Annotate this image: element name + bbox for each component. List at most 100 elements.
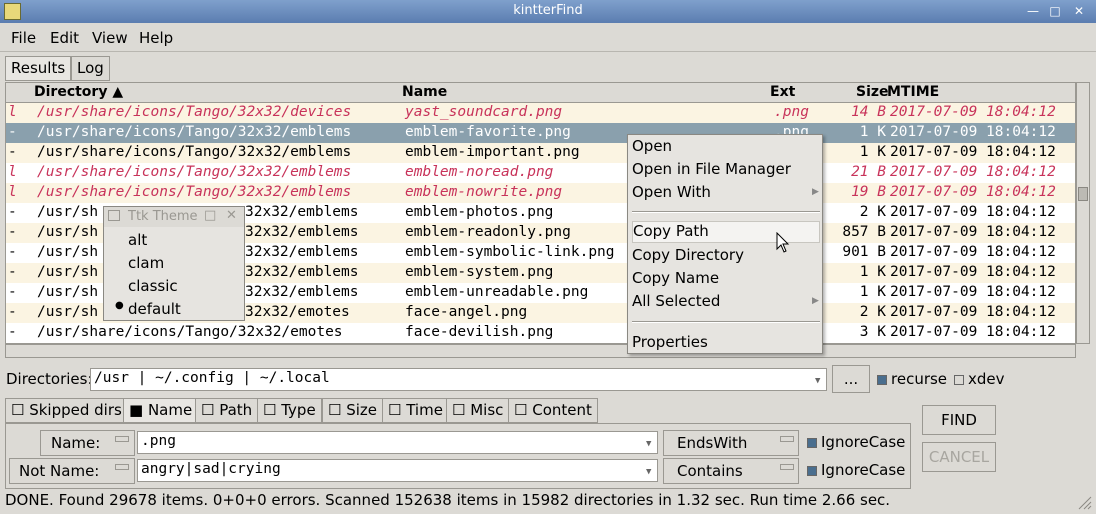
- cancel-button[interactable]: CANCEL: [922, 442, 996, 472]
- horizontal-scrollbar[interactable]: [5, 344, 1076, 358]
- table-row[interactable]: - /usr/share/icons/Tango/32x32/emblems emb…: [6, 123, 1075, 143]
- menu-file[interactable]: File: [11, 29, 36, 47]
- tab-path[interactable]: ☐ Path: [195, 398, 259, 423]
- table-row[interactable]: l/usr/share/icons/Tango/32x32/emblems emb…: [6, 183, 1075, 203]
- theme-maximize-icon[interactable]: □: [204, 208, 216, 223]
- ctx-separator: [632, 321, 820, 323]
- cell-size: 2 K: [859, 304, 886, 320]
- table-header: Directory ▲ Name Ext Size MTIME: [6, 83, 1075, 103]
- cell-name: emblem-important.png: [405, 144, 580, 160]
- tab-content[interactable]: ☐ Content: [508, 398, 598, 423]
- cell-flag: -: [8, 224, 17, 240]
- option-indicator-icon: [115, 436, 129, 442]
- checkbox-icon: [807, 465, 817, 476]
- cell-mtime: 2017-07-09 18:04:12: [890, 124, 1056, 140]
- tab-type[interactable]: ☐ Type: [257, 398, 322, 423]
- vertical-scrollbar[interactable]: [1076, 82, 1090, 344]
- tab-name[interactable]: ■ Name: [123, 398, 199, 423]
- xdev-checkbox[interactable]: xdev: [954, 370, 1005, 388]
- col-size[interactable]: Size: [856, 84, 889, 100]
- name-label-button[interactable]: Name:: [40, 430, 135, 456]
- scroll-thumb[interactable]: [1078, 187, 1088, 201]
- context-menu: Open Open in File Manager Open With ▶ Cop…: [627, 134, 823, 354]
- cell-directory-tail: 32x32/emotes: [245, 304, 350, 320]
- theme-close-icon[interactable]: ✕: [226, 208, 237, 223]
- ctx-copy-directory[interactable]: Copy Directory: [632, 246, 820, 268]
- ctx-open-file-manager[interactable]: Open in File Manager: [632, 160, 820, 182]
- ctx-properties[interactable]: Properties: [632, 333, 820, 355]
- tab-misc[interactable]: ☐ Misc: [446, 398, 510, 423]
- directories-input[interactable]: /usr | ~/.config | ~/.local ▼: [90, 368, 827, 391]
- tab-skipped-dirs[interactable]: ☐ Skipped dirs: [5, 398, 128, 423]
- tab-name-label: Name: [147, 401, 193, 419]
- dropdown-arrow-icon[interactable]: ▼: [646, 439, 651, 449]
- cell-flag: l: [8, 184, 17, 200]
- name-mode-value: EndsWith: [677, 434, 748, 452]
- menu-edit[interactable]: Edit: [50, 29, 79, 47]
- tab-results[interactable]: Results: [5, 56, 72, 81]
- name-pattern-input[interactable]: .png ▼: [137, 431, 658, 454]
- name-ignorecase-checkbox[interactable]: IgnoreCase: [807, 433, 905, 451]
- col-ext[interactable]: Ext: [770, 84, 795, 100]
- menu-help[interactable]: Help: [139, 29, 173, 47]
- tab-time[interactable]: ☐ Time: [382, 398, 449, 423]
- ctx-open-with[interactable]: Open With ▶: [632, 183, 820, 205]
- submenu-arrow-icon: ▶: [812, 187, 819, 197]
- notname-pattern-input[interactable]: angry|sad|crying ▼: [137, 459, 658, 482]
- notname-label-button[interactable]: Not Name:: [9, 458, 135, 484]
- cell-size: 19 B: [851, 184, 886, 200]
- notname-mode-select[interactable]: Contains: [663, 458, 799, 484]
- theme-window-titlebar: Ttk Theme □ ✕: [104, 207, 244, 227]
- minimize-icon[interactable]: —: [1025, 3, 1041, 19]
- recurse-checkbox[interactable]: recurse: [877, 370, 947, 388]
- find-button[interactable]: FIND: [922, 405, 996, 435]
- table-row[interactable]: l/usr/share/icons/Tango/32x32/devices yas…: [6, 103, 1075, 123]
- maximize-icon[interactable]: □: [1047, 3, 1063, 19]
- resize-grip-icon[interactable]: [1076, 494, 1092, 510]
- col-mtime[interactable]: MTIME: [887, 84, 939, 100]
- cell-mtime: 2017-07-09 18:04:12: [890, 324, 1056, 340]
- cell-mtime: 2017-07-09 18:04:12: [890, 284, 1056, 300]
- recurse-label: recurse: [891, 370, 948, 388]
- cell-directory: /usr/share/icons/Tango/32x32/emblems: [37, 184, 352, 200]
- col-directory[interactable]: Directory ▲: [34, 84, 123, 100]
- ctx-all-selected-label: All Selected: [632, 292, 721, 310]
- cell-name: emblem-system.png: [405, 264, 554, 280]
- dropdown-arrow-icon[interactable]: ▼: [646, 467, 651, 477]
- ctx-copy-path[interactable]: Copy Path: [632, 221, 820, 243]
- col-name[interactable]: Name: [402, 84, 447, 100]
- theme-alt[interactable]: alt: [128, 231, 147, 249]
- cell-size: 1 K: [859, 124, 886, 140]
- option-indicator-icon: [780, 464, 794, 470]
- browse-button[interactable]: ...: [832, 365, 870, 393]
- cell-mtime: 2017-07-09 18:04:12: [890, 144, 1056, 160]
- tab-log[interactable]: Log: [71, 56, 110, 81]
- cell-size: 14 B: [851, 104, 886, 120]
- cell-mtime: 2017-07-09 18:04:12: [890, 304, 1056, 320]
- menu-view[interactable]: View: [92, 29, 128, 47]
- cell-directory: /usr/sh: [37, 264, 99, 280]
- tab-misc-label: Misc: [470, 401, 504, 419]
- ctx-copy-name[interactable]: Copy Name: [632, 269, 820, 291]
- theme-clam[interactable]: clam: [128, 254, 164, 272]
- tab-size[interactable]: ☐ Size: [322, 398, 384, 423]
- ctx-all-selected[interactable]: All Selected ▶: [632, 292, 820, 314]
- notname-ignorecase-checkbox[interactable]: IgnoreCase: [807, 461, 905, 479]
- cell-flag: l: [8, 104, 17, 120]
- table-row[interactable]: l/usr/share/icons/Tango/32x32/emblems emb…: [6, 163, 1075, 183]
- table-row[interactable]: - /usr/share/icons/Tango/32x32/emotes face…: [6, 323, 1075, 343]
- ctx-open-file-manager-label: Open in File Manager: [632, 160, 791, 178]
- ctx-open[interactable]: Open: [632, 137, 820, 159]
- ctx-properties-label: Properties: [632, 333, 708, 351]
- table-row[interactable]: - /usr/share/icons/Tango/32x32/emblems emb…: [6, 143, 1075, 163]
- close-icon[interactable]: ✕: [1071, 3, 1087, 19]
- cell-name: emblem-nowrite.png: [405, 184, 563, 200]
- directories-value: /usr | ~/.config | ~/.local: [94, 370, 330, 386]
- cell-name: face-angel.png: [405, 304, 528, 320]
- theme-default[interactable]: default: [128, 300, 181, 318]
- theme-classic[interactable]: classic: [128, 277, 178, 295]
- cell-directory: /usr/share/icons/Tango/32x32/emblems: [37, 144, 352, 160]
- cell-name: yast_soundcard.png: [405, 104, 563, 120]
- name-mode-select[interactable]: EndsWith: [663, 430, 799, 456]
- dropdown-arrow-icon[interactable]: ▼: [815, 376, 820, 386]
